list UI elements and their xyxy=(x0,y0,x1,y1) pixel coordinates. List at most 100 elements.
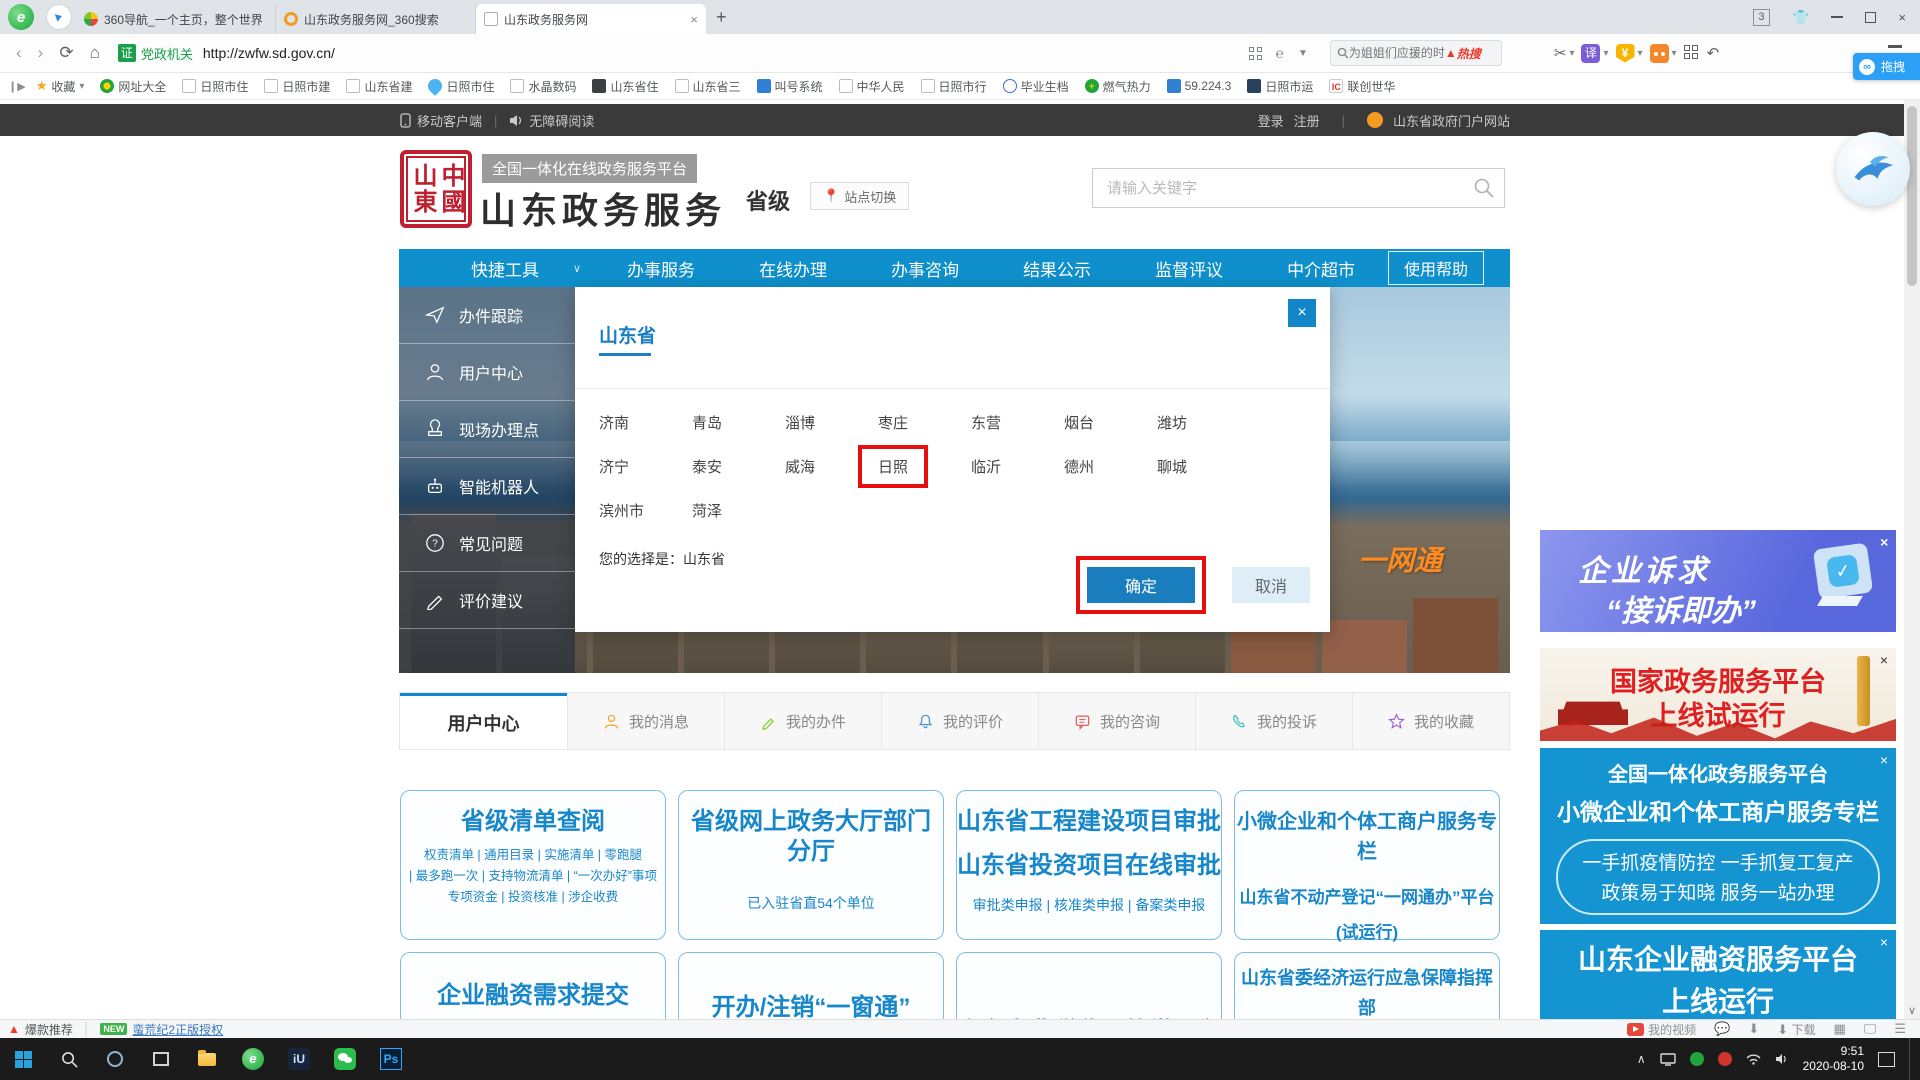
nav-item-online[interactable]: 在线办理 xyxy=(759,256,827,281)
search-submit-button[interactable] xyxy=(1464,177,1504,199)
tab-360-search[interactable]: 山东政务服务网_360搜索 xyxy=(276,4,476,34)
side-item-faq[interactable]: ? 常见问题 xyxy=(399,515,575,572)
site-search-box[interactable] xyxy=(1092,168,1505,208)
site-search-input[interactable] xyxy=(1093,180,1464,197)
tab-close-icon[interactable]: × xyxy=(690,12,698,27)
site-switch-button[interactable]: 📍 站点切换 xyxy=(810,182,909,210)
bookmark-item[interactable]: 水晶数码 xyxy=(510,78,576,95)
browser-mode-icon[interactable]: ℮ xyxy=(1276,45,1284,61)
apps-grid-tool[interactable] xyxy=(1684,45,1700,61)
city-option[interactable]: 德州 xyxy=(1064,456,1157,488)
download-manager[interactable]: ⬇ 下载 xyxy=(1777,1021,1815,1038)
tab-my-items[interactable]: 我的办件 xyxy=(724,693,881,749)
file-explorer-button[interactable] xyxy=(184,1038,230,1080)
city-option[interactable]: 济南 xyxy=(599,412,692,433)
nav-item-results[interactable]: 结果公示 xyxy=(1023,256,1091,281)
card-emergency-office[interactable]: 山东省委经济运行应急保障指挥部 办公室政策信息发布和问题诉求反 xyxy=(1234,952,1500,1019)
browser-logo-icon[interactable]: e xyxy=(8,4,34,30)
dialog-close-button[interactable]: × xyxy=(1288,299,1316,327)
taskbar-search[interactable] xyxy=(46,1038,92,1080)
nav-item-consult[interactable]: 办事咨询 xyxy=(891,256,959,281)
hot-search-label[interactable]: 热搜 xyxy=(1457,45,1481,62)
city-option[interactable]: 滨州市 xyxy=(599,500,692,521)
scrollbar-thumb[interactable] xyxy=(1907,106,1917,286)
bookmark-item[interactable]: 日照市住 xyxy=(428,78,494,95)
close-button[interactable]: × xyxy=(1898,10,1906,25)
city-option[interactable]: 枣庄 xyxy=(878,412,971,433)
banner-financing-platform[interactable]: × 山东企业融资服务平台 上线运行 xyxy=(1540,930,1896,1019)
bookmark-item[interactable]: 叫号系统 xyxy=(757,78,823,95)
address-bar[interactable]: 证 党政机关 http://zwfw.sd.gov.cn/ ℮ ▼ xyxy=(118,39,1308,67)
new-tab-button[interactable]: + xyxy=(716,7,727,28)
game-promo-link[interactable]: 蛮荒纪2正版授权 xyxy=(132,1021,223,1038)
wallet-tool[interactable]: ¥▾ xyxy=(1616,44,1643,63)
bookmark-item[interactable]: 中华人民 xyxy=(839,78,905,95)
apps-grid-icon[interactable]: ▦ xyxy=(1834,1021,1846,1037)
bookmark-item[interactable]: 山东省三 xyxy=(675,78,741,95)
city-option[interactable]: 聊城 xyxy=(1157,456,1250,488)
city-option[interactable]: 临沂 xyxy=(971,456,1064,488)
tab-count-badge[interactable]: 3 xyxy=(1753,9,1770,26)
nav-item-services[interactable]: 办事服务 xyxy=(627,256,695,281)
bookmark-item[interactable]: 日照市建 xyxy=(264,78,330,95)
wechat-button[interactable] xyxy=(322,1038,368,1080)
bookmark-item[interactable]: IC联创世华 xyxy=(1329,78,1395,95)
photoshop-button[interactable]: Ps xyxy=(368,1038,414,1080)
display-icon[interactable] xyxy=(1660,1053,1676,1066)
bookmarks-expand-icon[interactable]: ❙▶ xyxy=(8,80,26,93)
favorites-menu[interactable]: ★ 收藏 ▾ xyxy=(36,78,85,95)
portal-link[interactable]: 山东省政府门户网站 xyxy=(1393,111,1510,130)
hot-picks-link[interactable]: 爆款推荐 xyxy=(25,1021,73,1038)
browser-360-button[interactable]: e xyxy=(230,1038,276,1080)
taskbar-clock[interactable]: 9:51 2020-08-10 xyxy=(1803,1044,1864,1074)
city-option[interactable]: 青岛 xyxy=(692,412,785,433)
tab-user-center[interactable]: 用户中心 xyxy=(400,693,567,749)
close-icon[interactable]: × xyxy=(1880,752,1888,768)
scrollbar-down-arrow[interactable]: ∨ xyxy=(1908,1004,1916,1017)
tab-360-nav[interactable]: 360导航_一个主页，整个世界 xyxy=(76,4,276,34)
nav-item-supervision[interactable]: 监督评议 xyxy=(1155,256,1223,281)
show-desktop-button[interactable] xyxy=(1909,1038,1914,1080)
card-nontax-platform[interactable]: 山东省非税收入统缴平台 xyxy=(956,952,1222,1019)
mobile-client-link[interactable]: 移动客户端 xyxy=(417,111,482,130)
close-icon[interactable]: × xyxy=(1880,652,1888,668)
city-option[interactable]: 潍坊 xyxy=(1157,412,1250,433)
bookmark-item[interactable]: 日照市住 xyxy=(182,78,248,95)
city-option[interactable]: 淄博 xyxy=(785,412,878,433)
tray-expand-icon[interactable]: ∧ xyxy=(1637,1052,1646,1066)
tab-my-reviews[interactable]: 我的评价 xyxy=(881,693,1038,749)
translate-tool[interactable]: 译▾ xyxy=(1581,44,1608,63)
tab-my-messages[interactable]: 我的消息 xyxy=(567,693,724,749)
bookmark-item[interactable]: 日照市运 xyxy=(1247,78,1313,95)
confirm-button[interactable]: 确定 xyxy=(1087,567,1195,603)
refresh-icon[interactable]: ⟳ xyxy=(59,43,73,63)
menu-icon[interactable]: ☰ xyxy=(1894,1021,1906,1037)
browser-search-box[interactable]: ▲ 热搜 xyxy=(1330,40,1502,66)
monitor-icon[interactable]: 🖵 xyxy=(1864,1021,1877,1037)
volume-icon[interactable] xyxy=(1775,1053,1789,1065)
nav-shortcut-icon[interactable] xyxy=(46,4,72,30)
tab-my-favorites[interactable]: 我的收藏 xyxy=(1352,693,1509,749)
forward-icon[interactable]: › xyxy=(38,43,44,63)
card-project-approval[interactable]: 山东省工程建设项目审批 山东省投资项目在线审批 审批类申报 | 核准类申报 | … xyxy=(956,790,1222,940)
card-provincial-lists[interactable]: 省级清单查阅 权责清单 | 通用目录 | 实施清单 | 零跑腿 | 最多跑一次 … xyxy=(400,790,666,940)
chevron-down-icon[interactable]: ▼ xyxy=(1298,48,1308,59)
banner-national-platform[interactable]: × 国家政务服务平台 上线试运行 xyxy=(1540,648,1896,741)
accessibility-link[interactable]: 无障碍阅读 xyxy=(529,111,594,130)
city-option[interactable]: 烟台 xyxy=(1064,412,1157,433)
action-center-icon[interactable] xyxy=(1878,1052,1895,1067)
card-online-hall[interactable]: 省级网上政务大厅部门 分厅 已入驻省直54个单位 xyxy=(678,790,944,940)
card-small-business[interactable]: 小微企业和个体工商户服务专栏 山东省不动产登记“一网通办”平台 (试运行) xyxy=(1234,790,1500,940)
side-item-feedback[interactable]: 评价建议 xyxy=(399,572,575,629)
download-icon[interactable]: ⬇ xyxy=(1748,1021,1759,1037)
network-icon[interactable] xyxy=(1746,1053,1761,1065)
bookmark-item[interactable]: 日照市行 xyxy=(921,78,987,95)
browser-search-input[interactable] xyxy=(1349,46,1445,60)
close-icon[interactable]: × xyxy=(1880,934,1888,950)
bookmark-item[interactable]: +燃气热力 xyxy=(1085,78,1151,95)
home-icon[interactable]: ⌂ xyxy=(90,43,100,63)
undo-tool[interactable]: ↶ xyxy=(1707,44,1720,62)
bookmark-item[interactable]: 毕业生档 xyxy=(1003,78,1069,95)
theme-skin-icon[interactable]: 👕 xyxy=(1792,9,1809,26)
city-option[interactable]: 东营 xyxy=(971,412,1064,433)
